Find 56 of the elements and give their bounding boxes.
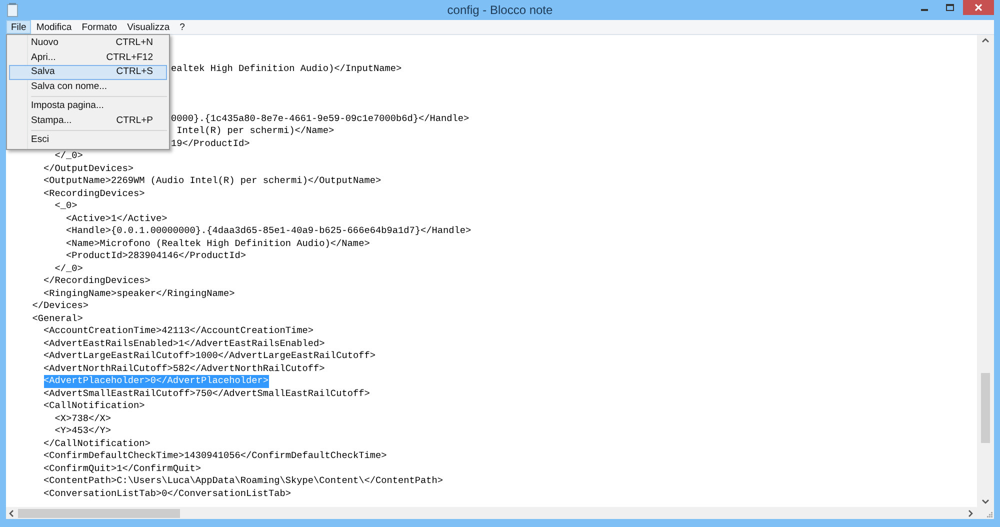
code-line: 0000}.{1c435a80-8e7e-4661-9e59-09c1e7000b6d}</Handle>	[171, 112, 470, 125]
code-line: <ContentPath>C:\Users\Luca\AppData\Roaming\Skype\Content\</ContentPath>	[44, 475, 443, 488]
code-line: </_0>	[54, 262, 83, 275]
resize-grip-icon	[986, 511, 993, 518]
scroll-up-icon	[982, 38, 989, 43]
scrollbar-thumb[interactable]	[18, 508, 180, 518]
code-line: <AdvertSmallEastRailCutoff>750</AdvertSmallEastRailCutoff>	[44, 388, 370, 400]
code-line: <_0>	[54, 200, 78, 212]
code-line: <OutputName>2269WM (Audio Intel(R) per schermi)</OutputName>	[44, 175, 382, 188]
code-line: <ProductId>283904146</ProductId>	[66, 250, 246, 262]
scrollbar-thumb[interactable]	[981, 373, 990, 443]
menu-option[interactable]: Salva CTRL+S	[9, 65, 167, 80]
code-line: <AccountCreationTime>42113</AccountCreationTime>	[44, 325, 314, 338]
menu-item[interactable]: File	[6, 20, 32, 34]
code-line: <X>738</X>	[54, 412, 112, 425]
menu-option[interactable]: Esci	[9, 133, 167, 148]
code-line: <Name>Microfono (Realtek High Definition Audio)</Name>	[66, 238, 370, 250]
window-title: config - Blocco note	[447, 2, 553, 19]
code-line: <RingingName>speaker</RingingName>	[44, 288, 235, 300]
menu-item[interactable]: ?	[174, 20, 190, 34]
menu-option[interactable]: Nuovo CTRL+N	[9, 36, 167, 50]
scroll-right-icon	[968, 510, 973, 516]
code-line: </_0>	[54, 150, 83, 162]
code-line: ealtek High Definition Audio)</InputName>	[171, 62, 402, 75]
code-line: <AdvertNorthRailCutoff>582</AdvertNorthRailCutoff>	[44, 362, 325, 375]
code-line: 19</ProductId>	[171, 138, 250, 150]
horizontal-scrollbar[interactable]	[6, 507, 977, 519]
menu-item[interactable]: Visualizza	[122, 20, 175, 34]
code-line: <ConfirmQuit>1</ConfirmQuit>	[44, 462, 202, 475]
code-line: <Handle>{0.0.1.00000000}.{4daa3d65-85e1-40a9-b625-666e64b9a1d7}</Handle>	[66, 225, 472, 238]
code-line: <RecordingDevices>	[44, 188, 145, 200]
menu-option[interactable]: Salva con nome...	[9, 80, 167, 94]
code-line: <AdvertLargeEastRailCutoff>1000</AdvertLargeEastRailCutoff>	[44, 350, 376, 362]
menu-item[interactable]: Formato	[76, 20, 122, 34]
menu-option[interactable]: Imposta pagina...	[9, 99, 167, 114]
menu-option[interactable]: Stampa... CTRL+P	[9, 114, 167, 128]
code-line: <AdvertEastRailsEnabled>1</AdvertEastRailsEnabled>	[44, 338, 325, 350]
code-line: </Devices>	[32, 300, 89, 312]
code-line: </OutputDevices>	[44, 162, 134, 175]
code-line: <ConfirmDefaultCheckTime>1430941056</ConfirmDefaultCheckTime>	[44, 450, 387, 462]
scroll-down-icon	[982, 499, 989, 504]
menu-option[interactable]: Apri... CTRL+F12	[9, 50, 167, 65]
code-line: </CallNotification>	[44, 438, 150, 450]
scroll-left-icon	[9, 510, 14, 516]
code-line: <Active>1</Active>	[66, 212, 168, 225]
code-line: <Y>453</Y>	[54, 425, 112, 438]
notepad-icon	[7, 3, 18, 17]
code-line: Intel(R) per schermi)</Name>	[176, 125, 334, 138]
code-line: </RecordingDevices>	[44, 275, 150, 288]
vertical-scrollbar[interactable]	[977, 35, 994, 507]
code-line: <General>	[32, 312, 83, 325]
code-line: <CallNotification>	[44, 400, 145, 412]
close-icon	[975, 4, 982, 11]
close-button[interactable]	[963, 0, 994, 15]
menu-item[interactable]: Modifica	[31, 20, 77, 34]
code-line: <ConversationListTab>0</ConversationListTab>	[44, 488, 292, 500]
